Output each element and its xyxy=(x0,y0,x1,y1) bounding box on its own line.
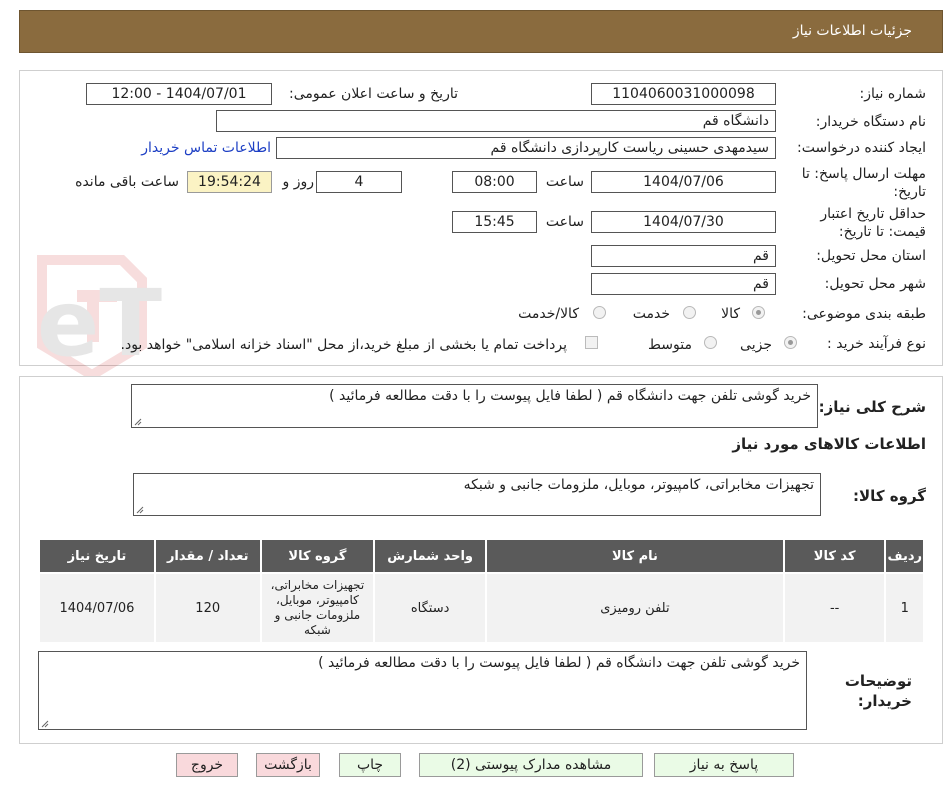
goods-group-text: تجهیزات مخابراتی، کامپیوتر، موبایل، ملزو… xyxy=(463,477,814,493)
remaining-label: ساعت باقی مانده xyxy=(75,174,179,190)
treasury-payment-note: پرداخت تمام یا بخشی از مبلغ خرید،از محل … xyxy=(120,337,567,353)
buyer-notes-label-2: خریدار: xyxy=(857,692,912,710)
print-button[interactable]: چاپ xyxy=(339,753,401,777)
cell-date: 1404/07/06 xyxy=(40,574,154,642)
description-label: شرح کلی نیاز: xyxy=(818,398,926,416)
announce-field: 1404/07/01 - 12:00 xyxy=(86,83,272,105)
category-goods-service-radio[interactable] xyxy=(593,306,606,319)
requester-field: سیدمهدی حسینی ریاست کارپردازی دانشگاه قم xyxy=(276,137,776,159)
process-medium-radio[interactable] xyxy=(704,336,717,349)
buyer-org-field: دانشگاه قم xyxy=(216,110,776,132)
buyer-org-label: نام دستگاه خریدار: xyxy=(815,114,926,130)
resize-grip-icon xyxy=(134,418,142,426)
buyer-contact-link[interactable]: اطلاعات تماس خریدار xyxy=(141,140,271,156)
process-minor-radio[interactable] xyxy=(784,336,797,349)
days-label: روز و xyxy=(282,174,315,190)
reply-to-need-button[interactable]: پاسخ به نیاز xyxy=(654,753,794,777)
col-header-code: کد کالا xyxy=(784,540,885,572)
table-header-row: ردیف کد کالا نام کالا واحد شمارش گروه کا… xyxy=(40,540,923,572)
deadline-label-2: تاریخ: xyxy=(893,184,926,200)
remaining-time-field: 19:54:24 xyxy=(187,171,272,193)
goods-group-field: تجهیزات مخابراتی، کامپیوتر، موبایل، ملزو… xyxy=(133,473,821,516)
days-remaining-field: 4 xyxy=(316,171,402,193)
col-header-row-no: ردیف xyxy=(886,540,923,572)
resize-grip-icon xyxy=(136,506,144,514)
category-goods-label: کالا xyxy=(721,306,740,322)
cell-qty: 120 xyxy=(155,574,260,642)
category-label: طبقه بندی موضوعی: xyxy=(802,306,926,322)
process-minor-label: جزیی xyxy=(740,337,772,353)
goods-table: ردیف کد کالا نام کالا واحد شمارش گروه کا… xyxy=(38,538,925,644)
category-service-radio[interactable] xyxy=(683,306,696,319)
process-label: نوع فرآیند خرید : xyxy=(827,336,926,352)
description-field: خرید گوشی تلفن جهت دانشگاه قم ( لطفا فای… xyxy=(131,384,818,428)
goods-group-label: گروه کالا: xyxy=(853,487,926,505)
requester-label: ایجاد کننده درخواست: xyxy=(797,140,926,156)
page-header: جزئیات اطلاعات نیاز xyxy=(19,10,943,53)
buyer-notes-text: خرید گوشی تلفن جهت دانشگاه قم ( لطفا فای… xyxy=(318,655,800,671)
view-attachments-button[interactable]: مشاهده مدارک پیوستی (2) xyxy=(419,753,643,777)
city-label: شهر محل تحویل: xyxy=(824,276,926,292)
need-number-field: 1104060031000098 xyxy=(591,83,776,105)
col-header-date: تاریخ نیاز xyxy=(40,540,154,572)
cell-group: تجهیزات مخابراتی، کامپیوتر، موبایل، ملزو… xyxy=(261,574,374,642)
process-medium-label: متوسط xyxy=(648,337,692,353)
col-header-unit: واحد شمارش xyxy=(375,540,486,572)
validity-label-2: قیمت: تا تاریخ: xyxy=(838,224,926,240)
cell-unit: دستگاه xyxy=(375,574,486,642)
watermark-text: AriaTender.neT xyxy=(32,270,162,377)
buyer-notes-field: خرید گوشی تلفن جهت دانشگاه قم ( لطفا فای… xyxy=(38,651,807,730)
deadline-time-field: 08:00 xyxy=(452,171,537,193)
announce-label: تاریخ و ساعت اعلان عمومی: xyxy=(289,86,458,102)
cell-row-no: 1 xyxy=(886,574,923,642)
page-title: جزئیات اطلاعات نیاز xyxy=(792,23,912,39)
cell-code: -- xyxy=(784,574,885,642)
category-service-label: خدمت xyxy=(632,306,670,322)
deadline-date-field: 1404/07/06 xyxy=(591,171,776,193)
col-header-group: گروه کالا xyxy=(261,540,374,572)
table-row: 1 -- تلفن رومیزی دستگاه تجهیزات مخابراتی… xyxy=(40,574,923,642)
deadline-time-label: ساعت xyxy=(545,174,584,190)
cell-name: تلفن رومیزی xyxy=(487,574,783,642)
province-field: قم xyxy=(591,245,776,267)
exit-button[interactable]: خروج xyxy=(176,753,238,777)
back-button[interactable]: بازگشت xyxy=(256,753,320,777)
goods-info-title: اطلاعات کالاهای مورد نیاز xyxy=(732,435,926,453)
watermark-logo: AriaTender.neT xyxy=(32,255,162,380)
validity-time-label: ساعت xyxy=(545,214,584,230)
description-text: خرید گوشی تلفن جهت دانشگاه قم ( لطفا فای… xyxy=(329,388,811,404)
buyer-notes-label: توضیحات xyxy=(844,672,912,690)
province-label: استان محل تحویل: xyxy=(816,248,926,264)
resize-grip-icon xyxy=(41,720,49,728)
treasury-payment-checkbox[interactable] xyxy=(585,336,598,349)
category-goods-service-label: کالا/خدمت xyxy=(518,306,579,322)
category-goods-radio[interactable] xyxy=(752,306,765,319)
need-number-label: شماره نیاز: xyxy=(859,86,927,102)
deadline-label: مهلت ارسال پاسخ: تا xyxy=(801,166,926,182)
validity-date-field: 1404/07/30 xyxy=(591,211,776,233)
col-header-qty: تعداد / مقدار xyxy=(155,540,260,572)
city-field: قم xyxy=(591,273,776,295)
validity-label: حداقل تاریخ اعتبار xyxy=(820,206,926,222)
validity-time-field: 15:45 xyxy=(452,211,537,233)
col-header-name: نام کالا xyxy=(487,540,783,572)
